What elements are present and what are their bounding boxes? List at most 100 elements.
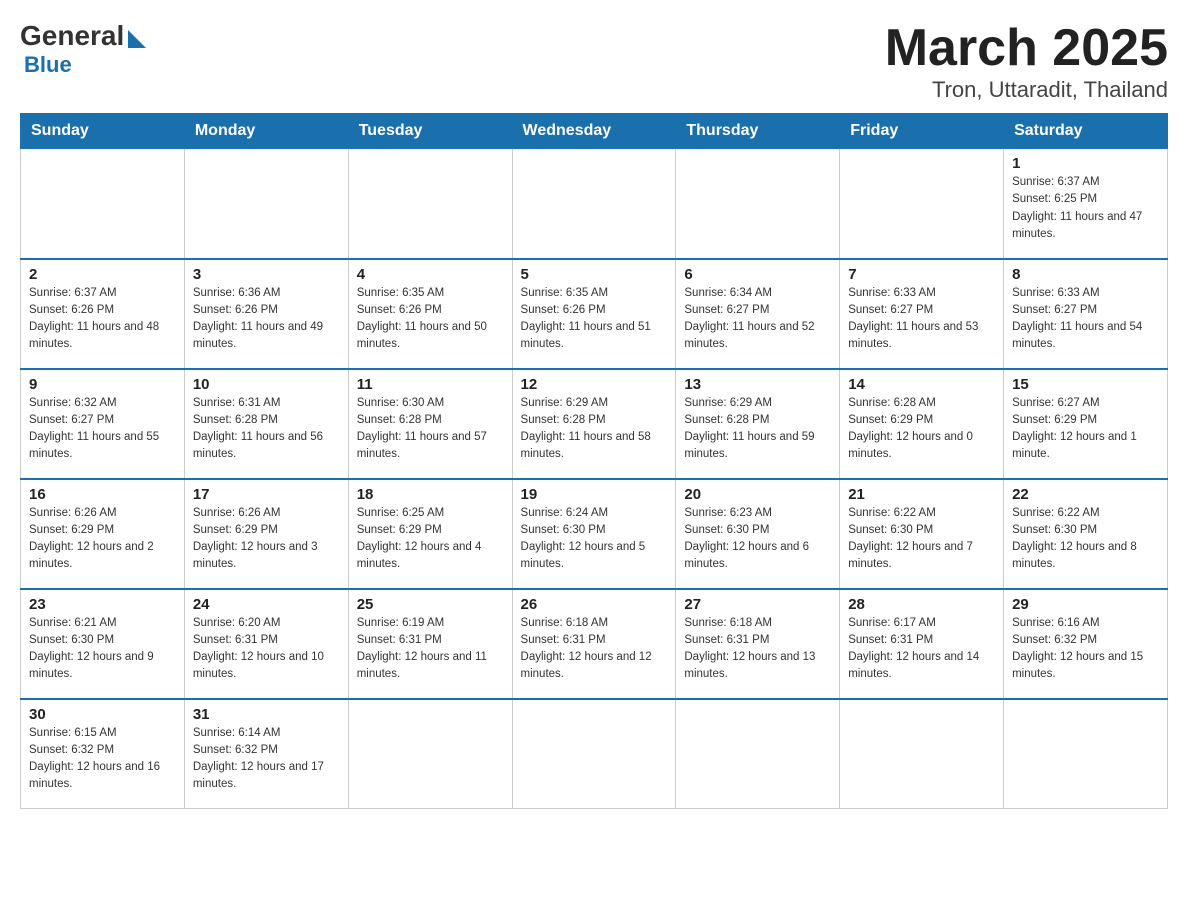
calendar-week-row: 30Sunrise: 6:15 AMSunset: 6:32 PMDayligh…: [21, 699, 1168, 809]
calendar-cell: 7Sunrise: 6:33 AMSunset: 6:27 PMDaylight…: [840, 259, 1004, 369]
day-number: 23: [29, 596, 176, 613]
calendar-cell: 28 Sunrise: 6:17 AMSunset: 6:31 PMDayligh…: [840, 589, 1004, 699]
weekday-header-saturday: Saturday: [1004, 114, 1168, 149]
calendar-cell: 3Sunrise: 6:36 AMSunset: 6:26 PMDaylight…: [184, 259, 348, 369]
calendar-cell: 5Sunrise: 6:35 AMSunset: 6:26 PMDaylight…: [512, 259, 676, 369]
day-info: Sunrise: 6:33 AMSunset: 6:27 PMDaylight:…: [1012, 285, 1159, 354]
day-number: 19: [521, 486, 668, 503]
day-info: Sunrise: 6:26 AMSunset: 6:29 PMDaylight:…: [193, 505, 340, 574]
day-number: 14: [848, 376, 995, 393]
calendar-cell: [348, 149, 512, 259]
day-number: 12: [521, 376, 668, 393]
calendar-cell: 29 Sunrise: 6:16 AMSunset: 6:32 PMDayligh…: [1004, 589, 1168, 699]
day-info: Sunrise: 6:23 AMSunset: 6:30 PMDaylight:…: [684, 505, 831, 574]
calendar-cell: 10Sunrise: 6:31 AMSunset: 6:28 PMDayligh…: [184, 369, 348, 479]
day-number: 9: [29, 376, 176, 393]
day-number: 1: [1012, 155, 1159, 172]
calendar-cell: 22Sunrise: 6:22 AMSunset: 6:30 PMDayligh…: [1004, 479, 1168, 589]
day-number: 17: [193, 486, 340, 503]
day-number: 2: [29, 266, 176, 283]
calendar-cell: 18 Sunrise: 6:25 AMSunset: 6:29 PMDayligh…: [348, 479, 512, 589]
logo-general-text: General: [20, 20, 124, 52]
calendar-cell: 12Sunrise: 6:29 AMSunset: 6:28 PMDayligh…: [512, 369, 676, 479]
calendar-cell: [21, 149, 185, 259]
calendar-cell: [512, 149, 676, 259]
day-info: Sunrise: 6:18 AMSunset: 6:31 PMDaylight:…: [521, 615, 668, 684]
day-number: 18: [357, 486, 504, 503]
day-info: Sunrise: 6:27 AMSunset: 6:29 PMDaylight:…: [1012, 395, 1159, 464]
calendar-week-row: 16 Sunrise: 6:26 AMSunset: 6:29 PMDayligh…: [21, 479, 1168, 589]
day-number: 4: [357, 266, 504, 283]
day-info: Sunrise: 6:14 AMSunset: 6:32 PMDaylight:…: [193, 725, 340, 794]
day-info: Sunrise: 6:29 AMSunset: 6:28 PMDaylight:…: [684, 395, 831, 464]
title-block: March 2025 Tron, Uttaradit, Thailand: [885, 20, 1168, 103]
day-number: 22: [1012, 486, 1159, 503]
calendar-cell: 26 Sunrise: 6:18 AMSunset: 6:31 PMDayligh…: [512, 589, 676, 699]
calendar-cell: 21 Sunrise: 6:22 AMSunset: 6:30 PMDayligh…: [840, 479, 1004, 589]
day-info: Sunrise: 6:24 AMSunset: 6:30 PMDaylight:…: [521, 505, 668, 574]
calendar-cell: 4Sunrise: 6:35 AMSunset: 6:26 PMDaylight…: [348, 259, 512, 369]
day-number: 26: [521, 596, 668, 613]
calendar-week-row: 2 Sunrise: 6:37 AMSunset: 6:26 PMDaylight…: [21, 259, 1168, 369]
calendar-cell: [1004, 699, 1168, 809]
location-subtitle: Tron, Uttaradit, Thailand: [885, 77, 1168, 103]
weekday-header-thursday: Thursday: [676, 114, 840, 149]
calendar-cell: [676, 149, 840, 259]
day-info: Sunrise: 6:17 AMSunset: 6:31 PMDaylight:…: [848, 615, 995, 684]
logo: General Blue: [20, 20, 146, 78]
calendar-cell: [840, 699, 1004, 809]
day-number: 10: [193, 376, 340, 393]
calendar-week-row: 9 Sunrise: 6:32 AMSunset: 6:27 PMDaylight…: [21, 369, 1168, 479]
logo-triangle-icon: [128, 30, 146, 48]
day-number: 8: [1012, 266, 1159, 283]
day-number: 5: [521, 266, 668, 283]
day-info: Sunrise: 6:30 AMSunset: 6:28 PMDaylight:…: [357, 395, 504, 464]
calendar-cell: 13Sunrise: 6:29 AMSunset: 6:28 PMDayligh…: [676, 369, 840, 479]
page-header: General Blue March 2025 Tron, Uttaradit,…: [20, 20, 1168, 103]
day-info: Sunrise: 6:25 AMSunset: 6:29 PMDaylight:…: [357, 505, 504, 574]
day-info: Sunrise: 6:37 AMSunset: 6:26 PMDaylight:…: [29, 285, 176, 354]
day-info: Sunrise: 6:15 AMSunset: 6:32 PMDaylight:…: [29, 725, 176, 794]
day-number: 16: [29, 486, 176, 503]
day-number: 6: [684, 266, 831, 283]
day-info: Sunrise: 6:21 AMSunset: 6:30 PMDaylight:…: [29, 615, 176, 684]
weekday-header-friday: Friday: [840, 114, 1004, 149]
day-info: Sunrise: 6:16 AMSunset: 6:32 PMDaylight:…: [1012, 615, 1159, 684]
day-number: 21: [848, 486, 995, 503]
calendar-cell: 1 Sunrise: 6:37 AMSunset: 6:25 PMDaylight…: [1004, 149, 1168, 259]
calendar-cell: 24Sunrise: 6:20 AMSunset: 6:31 PMDayligh…: [184, 589, 348, 699]
day-info: Sunrise: 6:34 AMSunset: 6:27 PMDaylight:…: [684, 285, 831, 354]
day-number: 28: [848, 596, 995, 613]
calendar-cell: [676, 699, 840, 809]
day-info: Sunrise: 6:32 AMSunset: 6:27 PMDaylight:…: [29, 395, 176, 464]
day-number: 29: [1012, 596, 1159, 613]
day-number: 11: [357, 376, 504, 393]
day-number: 24: [193, 596, 340, 613]
calendar-cell: 8 Sunrise: 6:33 AMSunset: 6:27 PMDaylight…: [1004, 259, 1168, 369]
calendar-cell: 19 Sunrise: 6:24 AMSunset: 6:30 PMDayligh…: [512, 479, 676, 589]
calendar-cell: 17 Sunrise: 6:26 AMSunset: 6:29 PMDayligh…: [184, 479, 348, 589]
calendar-cell: 30Sunrise: 6:15 AMSunset: 6:32 PMDayligh…: [21, 699, 185, 809]
calendar-cell: [184, 149, 348, 259]
day-info: Sunrise: 6:37 AMSunset: 6:25 PMDaylight:…: [1012, 174, 1159, 243]
logo-blue-text: Blue: [24, 52, 72, 78]
calendar-header-row: SundayMondayTuesdayWednesdayThursdayFrid…: [21, 114, 1168, 149]
calendar-cell: 25Sunrise: 6:19 AMSunset: 6:31 PMDayligh…: [348, 589, 512, 699]
calendar-cell: 16Sunrise: 6:26 AMSunset: 6:29 PMDayligh…: [21, 479, 185, 589]
day-number: 15: [1012, 376, 1159, 393]
day-info: Sunrise: 6:36 AMSunset: 6:26 PMDaylight:…: [193, 285, 340, 354]
calendar-cell: 31 Sunrise: 6:14 AMSunset: 6:32 PMDayligh…: [184, 699, 348, 809]
calendar-cell: [348, 699, 512, 809]
calendar-cell: 27Sunrise: 6:18 AMSunset: 6:31 PMDayligh…: [676, 589, 840, 699]
day-info: Sunrise: 6:19 AMSunset: 6:31 PMDaylight:…: [357, 615, 504, 684]
day-info: Sunrise: 6:22 AMSunset: 6:30 PMDaylight:…: [848, 505, 995, 574]
weekday-header-monday: Monday: [184, 114, 348, 149]
day-number: 27: [684, 596, 831, 613]
calendar-cell: 11 Sunrise: 6:30 AMSunset: 6:28 PMDayligh…: [348, 369, 512, 479]
day-number: 31: [193, 706, 340, 723]
page-title: March 2025: [885, 20, 1168, 77]
calendar-cell: [840, 149, 1004, 259]
day-info: Sunrise: 6:28 AMSunset: 6:29 PMDaylight:…: [848, 395, 995, 464]
calendar-week-row: 23 Sunrise: 6:21 AMSunset: 6:30 PMDayligh…: [21, 589, 1168, 699]
calendar-cell: 20Sunrise: 6:23 AMSunset: 6:30 PMDayligh…: [676, 479, 840, 589]
